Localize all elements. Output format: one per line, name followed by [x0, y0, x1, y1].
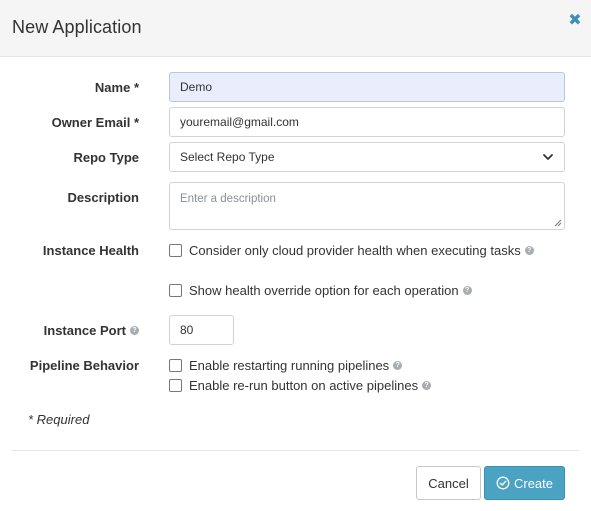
health-provider-only-option[interactable]: Consider only cloud provider health when… [169, 243, 534, 258]
restart-pipelines-option[interactable]: Enable restarting running pipelines ? [169, 358, 403, 373]
dialog-title: New Application [12, 17, 142, 37]
chevron-down-icon [543, 154, 553, 160]
close-icon[interactable]: ✖ [568, 12, 582, 30]
instance-port-label: Instance Port [43, 323, 126, 338]
description-label: Description [67, 190, 139, 205]
health-override-checkbox[interactable] [169, 284, 182, 297]
health-override-label: Show health override option for each ope… [189, 283, 459, 298]
resize-grip-icon[interactable] [554, 219, 562, 227]
name-label: Name * [94, 80, 139, 95]
check-circle-icon [496, 476, 510, 490]
name-input[interactable]: Demo [169, 72, 565, 102]
restart-pipelines-label: Enable restarting running pipelines [189, 358, 390, 373]
create-button-label: Create [513, 475, 554, 491]
cancel-button-label: Cancel [428, 475, 469, 491]
owner-email-label: Owner Email * [51, 115, 139, 130]
description-textarea[interactable]: Enter a description [169, 182, 565, 230]
instance-port-label-group: Instance Port ? [0, 323, 139, 338]
owner-email-value: youremail@gmail.com [180, 115, 299, 129]
dialog-header: New Application ✖ [0, 0, 591, 57]
rerun-button-label: Enable re-run button on active pipelines [189, 378, 419, 393]
repo-type-select[interactable]: Select Repo Type [169, 142, 565, 172]
instance-port-input[interactable]: 80 [169, 315, 234, 345]
help-icon[interactable]: ? [130, 326, 139, 335]
footer-divider [12, 450, 579, 451]
required-note: * Required [28, 412, 90, 427]
new-application-dialog: New Application ✖ Name * Demo Owner Emai… [0, 0, 591, 511]
pipeline-behavior-label: Pipeline Behavior [29, 358, 139, 373]
instance-health-label: Instance Health [42, 243, 139, 258]
restart-pipelines-checkbox[interactable] [169, 359, 182, 372]
health-override-option[interactable]: Show health override option for each ope… [169, 283, 472, 298]
rerun-button-option[interactable]: Enable re-run button on active pipelines… [169, 378, 432, 393]
health-provider-only-label: Consider only cloud provider health when… [189, 243, 521, 258]
help-icon[interactable]: ? [393, 361, 403, 370]
description-placeholder: Enter a description [180, 193, 276, 205]
instance-port-value: 80 [180, 323, 194, 337]
health-provider-only-checkbox[interactable] [169, 244, 182, 257]
help-icon[interactable]: ? [462, 286, 472, 295]
repo-type-label: Repo Type [73, 150, 140, 165]
repo-type-selected: Select Repo Type [180, 150, 275, 164]
help-icon[interactable]: ? [422, 381, 432, 390]
owner-email-input[interactable]: youremail@gmail.com [169, 107, 565, 137]
help-icon[interactable]: ? [524, 246, 534, 255]
create-button[interactable]: Create [484, 466, 565, 500]
rerun-button-checkbox[interactable] [169, 379, 182, 392]
name-input-value: Demo [180, 80, 213, 94]
cancel-button[interactable]: Cancel [416, 466, 481, 500]
